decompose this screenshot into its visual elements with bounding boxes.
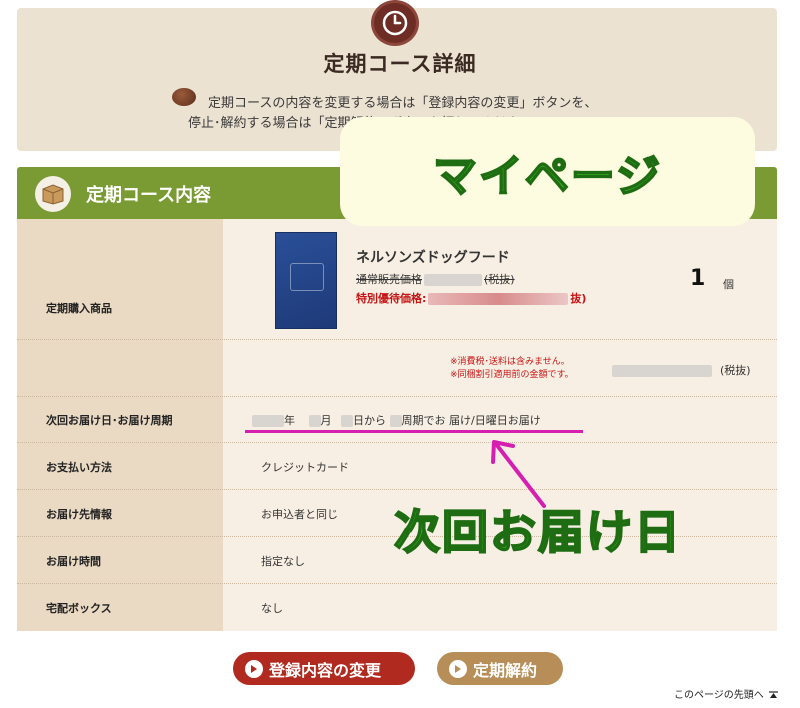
cancel-subscription-label: 定期解約 (473, 660, 538, 680)
payment-value: クレジットカード (261, 461, 349, 474)
discount-note: ※同梱割引適用前の金額です。 (450, 370, 574, 380)
description-line-1: 定期コースの内容を変更する場合は「登録内容の変更」ボタンを、 (208, 96, 598, 111)
mypage-callout: マイページ (340, 117, 755, 226)
change-registration-label: 登録内容の変更 (269, 660, 382, 680)
mypage-callout-text: マイページ (432, 150, 663, 203)
change-registration-button[interactable]: 登録内容の変更 (233, 652, 415, 685)
coffee-bean-icon (172, 88, 196, 106)
row-divider (17, 396, 777, 397)
play-icon (449, 659, 467, 678)
row-divider (17, 583, 777, 584)
normal-price: 通常販売価格 (税抜) (356, 273, 515, 286)
cancel-subscription-button[interactable]: 定期解約 (437, 652, 563, 685)
row-divider (17, 442, 777, 443)
play-icon (245, 659, 263, 678)
payment-label: お支払い方法 (46, 461, 112, 474)
box-icon (35, 176, 71, 212)
delivery-time-label: お届け時間 (46, 555, 101, 568)
product-label: 定期購入商品 (46, 302, 112, 315)
tax-note: ※消費税･送料は含みません。 (450, 357, 570, 367)
next-delivery-value: 年 月 日から 周期でお 届け/日曜日お届け (252, 412, 541, 428)
destination-value: お申込者と同じ (261, 508, 338, 521)
delivery-box-label: 宅配ボックス (46, 602, 112, 615)
back-to-top-link[interactable]: このページの先頭へ (674, 686, 778, 701)
row-divider (17, 339, 777, 340)
next-delivery-callout: 次回お届け日 (393, 504, 682, 560)
special-price: 特別優待価格: 抜) (356, 292, 587, 305)
quantity-value: 1 (690, 266, 706, 291)
delivery-box-value: なし (261, 602, 283, 615)
product-name[interactable]: ネルソンズドッグフード (356, 247, 510, 267)
clock-icon (371, 0, 419, 46)
up-arrow-icon (769, 691, 778, 698)
next-delivery-label: 次回お届け日･お届け周期 (46, 414, 173, 427)
destination-label: お届け先情報 (46, 508, 112, 521)
quantity-unit: 個 (723, 278, 734, 291)
page-title: 定期コース詳細 (323, 52, 477, 76)
row-divider (17, 489, 777, 490)
product-image[interactable] (275, 232, 337, 329)
subtotal: (税抜) (612, 362, 751, 378)
delivery-time-value: 指定なし (261, 555, 305, 568)
section-title: 定期コース内容 (86, 185, 212, 206)
